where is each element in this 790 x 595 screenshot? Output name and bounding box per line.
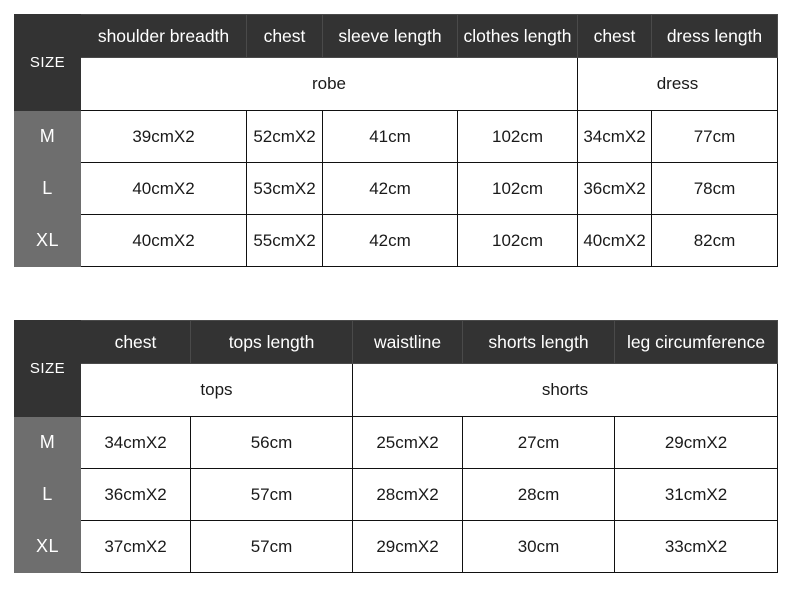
size-label-xl: XL bbox=[14, 214, 81, 267]
cell-value: 42cm bbox=[322, 162, 458, 215]
cell-value: 41cm bbox=[322, 110, 458, 163]
table-row: M 34cmX2 56cm 25cmX2 27cm 29cmX2 bbox=[14, 416, 778, 469]
size-header-cell: SIZE bbox=[14, 320, 81, 417]
cell-value: 82cm bbox=[651, 214, 778, 267]
column-header-sleeve-length: sleeve length bbox=[322, 14, 458, 58]
table-row: M 39cmX2 52cmX2 41cm 102cm 34cmX2 77cm bbox=[14, 110, 778, 163]
cell-value: 30cm bbox=[462, 520, 615, 573]
cell-value: 102cm bbox=[457, 162, 578, 215]
size-header-cell: SIZE bbox=[14, 14, 81, 111]
column-header-tops-length: tops length bbox=[190, 320, 353, 364]
column-header-clothes-length: clothes length bbox=[457, 14, 578, 58]
size-label-m: M bbox=[14, 416, 81, 469]
cell-value: 42cm bbox=[322, 214, 458, 267]
table-group-row: tops shorts bbox=[15, 363, 778, 417]
table-row: XL 40cmX2 55cmX2 42cm 102cm 40cmX2 82cm bbox=[14, 214, 778, 267]
cell-value: 53cmX2 bbox=[246, 162, 323, 215]
size-label-xl: XL bbox=[14, 520, 81, 573]
group-label-dress: dress bbox=[577, 57, 778, 111]
size-table-tops-shorts: SIZE chest tops length waistline shorts … bbox=[14, 320, 778, 573]
cell-value: 34cmX2 bbox=[577, 110, 652, 163]
group-label-robe: robe bbox=[80, 57, 578, 111]
column-header-chest-robe: chest bbox=[246, 14, 323, 58]
column-header-chest-tops: chest bbox=[80, 320, 191, 364]
cell-value: 102cm bbox=[457, 110, 578, 163]
column-header-waistline: waistline bbox=[352, 320, 463, 364]
column-header-dress-length: dress length bbox=[651, 14, 778, 58]
cell-value: 40cmX2 bbox=[80, 162, 247, 215]
cell-value: 29cmX2 bbox=[352, 520, 463, 573]
cell-value: 77cm bbox=[651, 110, 778, 163]
table-row: L 36cmX2 57cm 28cmX2 28cm 31cmX2 bbox=[14, 468, 778, 521]
cell-value: 29cmX2 bbox=[614, 416, 778, 469]
cell-value: 40cmX2 bbox=[577, 214, 652, 267]
cell-value: 78cm bbox=[651, 162, 778, 215]
table-row: XL 37cmX2 57cm 29cmX2 30cm 33cmX2 bbox=[14, 520, 778, 573]
table-group-row: robe dress bbox=[15, 57, 778, 111]
cell-value: 57cm bbox=[190, 520, 353, 573]
cell-value: 28cm bbox=[462, 468, 615, 521]
size-label-l: L bbox=[14, 468, 81, 521]
column-header-shorts-length: shorts length bbox=[462, 320, 615, 364]
cell-value: 40cmX2 bbox=[80, 214, 247, 267]
cell-value: 36cmX2 bbox=[577, 162, 652, 215]
cell-value: 102cm bbox=[457, 214, 578, 267]
cell-value: 28cmX2 bbox=[352, 468, 463, 521]
size-chart-page: SIZE shoulder breadth chest sleeve lengt… bbox=[0, 0, 790, 595]
cell-value: 33cmX2 bbox=[614, 520, 778, 573]
cell-value: 39cmX2 bbox=[80, 110, 247, 163]
size-label-l: L bbox=[14, 162, 81, 215]
table-header-row: SIZE chest tops length waistline shorts … bbox=[14, 320, 778, 417]
size-label-m: M bbox=[14, 110, 81, 163]
cell-value: 37cmX2 bbox=[80, 520, 191, 573]
column-header-leg-circumference: leg circumference bbox=[614, 320, 778, 364]
group-label-tops: tops bbox=[80, 363, 353, 417]
cell-value: 56cm bbox=[190, 416, 353, 469]
cell-value: 52cmX2 bbox=[246, 110, 323, 163]
group-label-shorts: shorts bbox=[352, 363, 778, 417]
cell-value: 57cm bbox=[190, 468, 353, 521]
column-header-chest-dress: chest bbox=[577, 14, 652, 58]
cell-value: 25cmX2 bbox=[352, 416, 463, 469]
column-header-shoulder-breadth: shoulder breadth bbox=[80, 14, 247, 58]
table-header-row: SIZE shoulder breadth chest sleeve lengt… bbox=[14, 14, 778, 111]
table-row: L 40cmX2 53cmX2 42cm 102cm 36cmX2 78cm bbox=[14, 162, 778, 215]
size-table-robe-dress: SIZE shoulder breadth chest sleeve lengt… bbox=[14, 14, 778, 267]
cell-value: 34cmX2 bbox=[80, 416, 191, 469]
cell-value: 36cmX2 bbox=[80, 468, 191, 521]
cell-value: 55cmX2 bbox=[246, 214, 323, 267]
cell-value: 27cm bbox=[462, 416, 615, 469]
cell-value: 31cmX2 bbox=[614, 468, 778, 521]
